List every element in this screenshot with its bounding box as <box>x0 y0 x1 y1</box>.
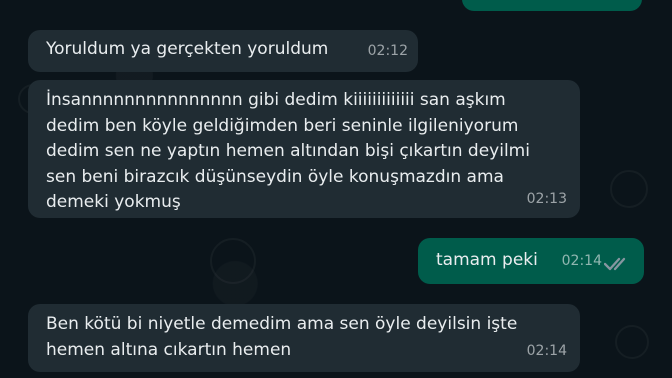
message-text: Yoruldum ya gerçekten yoruldum <box>46 39 329 59</box>
double-check-icon <box>604 257 626 271</box>
message-bubble-outgoing[interactable]: tamam peki 02:14 <box>418 238 644 284</box>
wallpaper-doodle <box>615 325 649 359</box>
message-timestamp: 02:13 <box>526 190 567 207</box>
message-bubble-outgoing[interactable] <box>462 0 642 11</box>
message-timestamp: 02:12 <box>367 42 408 59</box>
wallpaper-doodle <box>210 238 256 284</box>
message-timestamp: 02:14 <box>561 252 602 269</box>
message-bubble-incoming[interactable]: Yoruldum ya gerçekten yoruldum 02:12 <box>28 30 418 72</box>
message-timestamp: 02:14 <box>526 342 567 359</box>
message-text: Ben kötü bi niyetle demedim ama sen öyle… <box>46 314 518 360</box>
chat-thread[interactable]: Yoruldum ya gerçekten yoruldum 02:12 İns… <box>0 0 672 378</box>
message-bubble-incoming[interactable]: Ben kötü bi niyetle demedim ama sen öyle… <box>28 304 580 372</box>
message-text: İnsannnnnnnnnnnnnnn gibi dedim kiiiiiiii… <box>46 90 530 212</box>
wallpaper-doodle <box>610 170 648 208</box>
message-bubble-incoming[interactable]: İnsannnnnnnnnnnnnnn gibi dedim kiiiiiiii… <box>28 80 580 218</box>
